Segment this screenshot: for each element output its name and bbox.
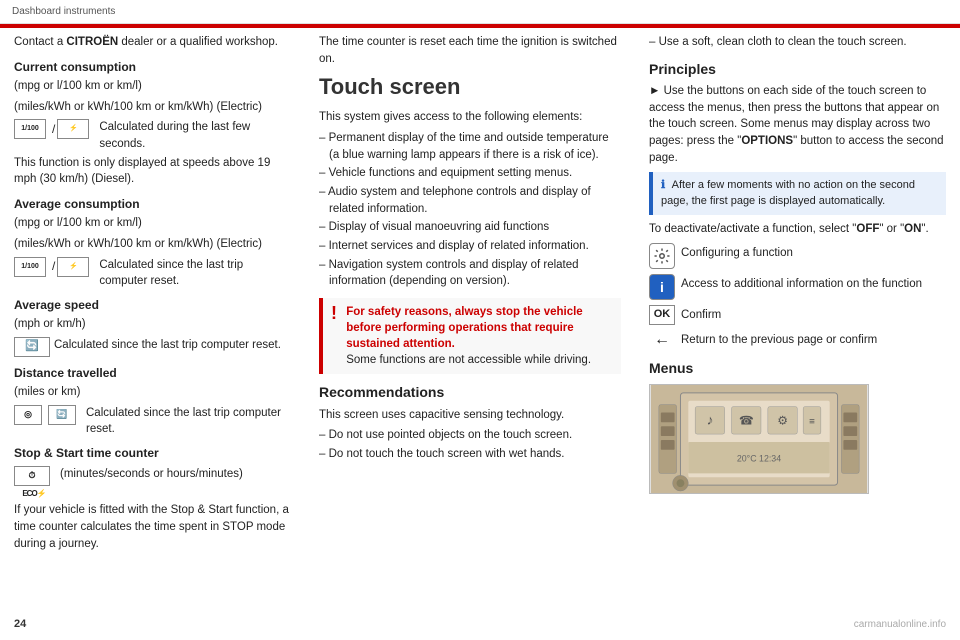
svg-text:⚙: ⚙ bbox=[777, 414, 788, 427]
section-title-avg-speed: Average speed bbox=[14, 297, 291, 314]
avg-speed-icon-text: Calculated since the last trip computer … bbox=[54, 337, 281, 353]
distance-line1: (miles or km) bbox=[14, 384, 291, 401]
rec-item-1: Do not touch the touch screen with wet h… bbox=[319, 446, 621, 463]
section-title-avg-consumption: Average consumption bbox=[14, 196, 291, 213]
avg-cons-line2: (miles/kWh or kWh/100 km or km/kWh) (Ele… bbox=[14, 236, 291, 253]
info-icon: ℹ bbox=[661, 179, 665, 191]
current-icon-1: 1/100 bbox=[14, 119, 46, 139]
touch-item-0: Permanent display of the time and outsid… bbox=[319, 130, 621, 163]
avg-speed-icon: 🔄 bbox=[14, 337, 50, 357]
principles-title: Principles bbox=[649, 59, 946, 79]
func-label-3: Return to the previous page or confirm bbox=[681, 330, 877, 348]
menus-title: Menus bbox=[649, 358, 946, 378]
stop-start-detail: If your vehicle is fitted with the Stop … bbox=[14, 502, 291, 552]
info-icon-func: i bbox=[649, 274, 675, 300]
current-cons-icon-text: Calculated during the last few seconds. bbox=[99, 119, 291, 151]
func-row-1: i Access to additional information on th… bbox=[649, 274, 946, 300]
stop-start-text: (minutes/seconds or hours/minutes) bbox=[60, 466, 243, 482]
principles-text: ► Use the buttons on each side of the to… bbox=[649, 83, 946, 166]
stop-start-icons: ⏱ ECO⚡ (minutes/seconds or hours/minutes… bbox=[14, 466, 291, 500]
touch-item-1: Vehicle functions and equipment setting … bbox=[319, 165, 621, 182]
distance-icon-2: 🔄 bbox=[48, 405, 76, 425]
func-label-0: Configuring a function bbox=[681, 243, 793, 261]
left-column: Contact a CITROËN dealer or a qualified … bbox=[0, 34, 305, 636]
func-label-2: Confirm bbox=[681, 305, 721, 323]
right-column: – Use a soft, clean cloth to clean the t… bbox=[635, 34, 960, 636]
func-row-3: ← Return to the previous page or confirm bbox=[649, 330, 946, 350]
back-icon: ← bbox=[649, 330, 675, 350]
options-keyword: OPTIONS bbox=[741, 135, 793, 147]
func-row-2: OK Confirm bbox=[649, 305, 946, 325]
mid-column: The time counter is reset each time the … bbox=[305, 34, 635, 636]
distance-icon-1: ◎ bbox=[14, 405, 42, 425]
current-icon-2: ⚡ bbox=[57, 119, 89, 139]
current-cons-line2: (miles/kWh or kWh/100 km or km/kWh) (Ele… bbox=[14, 99, 291, 116]
stop-start-icon: ⏱ bbox=[14, 466, 50, 486]
ignition-reset-text: The time counter is reset each time the … bbox=[319, 34, 621, 67]
info-box-text: After a few moments with no action on th… bbox=[661, 179, 915, 206]
touch-item-4: Internet services and display of related… bbox=[319, 238, 621, 255]
ok-icon: OK bbox=[649, 305, 675, 325]
dash-prefix: – bbox=[649, 36, 659, 48]
warning-content: For safety reasons, always stop the vehi… bbox=[346, 304, 604, 368]
avg-cons-line1: (mpg or l/100 km or km/l) bbox=[14, 215, 291, 232]
svg-text:☎: ☎ bbox=[739, 414, 754, 427]
section-title-stop-start: Stop & Start time counter bbox=[14, 445, 291, 462]
watermark-text: carmanualonline.info bbox=[854, 619, 946, 630]
warning-body: Some functions are not accessible while … bbox=[346, 354, 591, 366]
deactivate-text: To deactivate/activate a function, selec… bbox=[649, 221, 946, 238]
on-keyword: ON bbox=[904, 223, 921, 235]
current-cons-line4: This function is only displayed at speed… bbox=[14, 155, 291, 188]
menus-image: ♪ ☎ ⚙ ≡ 20°C 12:34 bbox=[649, 384, 869, 494]
distance-icons: ◎ 🔄 Calculated since the last trip compu… bbox=[14, 405, 291, 437]
avg-icon-2: ⚡ bbox=[57, 257, 89, 277]
off-keyword: OFF bbox=[856, 223, 879, 235]
distance-icon-text: Calculated since the last trip computer … bbox=[86, 405, 291, 437]
avg-icon-1: 1/100 bbox=[14, 257, 46, 277]
avg-speed-line1: (mph or km/h) bbox=[14, 316, 291, 333]
svg-text:♪: ♪ bbox=[706, 412, 713, 427]
func-label-1: Access to additional information on the … bbox=[681, 274, 922, 292]
touch-item-3: Display of visual manoeuvring aid functi… bbox=[319, 219, 621, 236]
section-title-current-consumption: Current consumption bbox=[14, 59, 291, 76]
avg-cons-icons: 1/100 / ⚡ Calculated since the last trip… bbox=[14, 257, 291, 289]
current-cons-line1: (mpg or l/100 km or km/l) bbox=[14, 78, 291, 95]
page-number: 24 bbox=[14, 618, 26, 630]
touch-item-2: Audio system and telephone controls and … bbox=[319, 184, 621, 217]
gear-icon bbox=[649, 243, 675, 269]
header-bar: Dashboard instruments bbox=[0, 0, 960, 24]
warning-icon: ! bbox=[331, 304, 337, 322]
func-row-0: Configuring a function bbox=[649, 243, 946, 269]
menus-svg: ♪ ☎ ⚙ ≡ 20°C 12:34 bbox=[650, 385, 868, 493]
section-title-distance: Distance travelled bbox=[14, 365, 291, 382]
avg-speed-icons: 🔄 Calculated since the last trip compute… bbox=[14, 337, 291, 357]
svg-text:20°C 12:34: 20°C 12:34 bbox=[737, 454, 781, 464]
recommendations-intro: This screen uses capacitive sensing tech… bbox=[319, 407, 621, 424]
info-box: ℹ After a few moments with no action on … bbox=[649, 172, 946, 215]
header-title: Dashboard instruments bbox=[12, 6, 948, 17]
svg-text:≡: ≡ bbox=[809, 416, 815, 427]
rec-item-0: Do not use pointed objects on the touch … bbox=[319, 427, 621, 444]
touch-item-5: Navigation system controls and display o… bbox=[319, 257, 621, 290]
recommendations-title: Recommendations bbox=[319, 382, 621, 402]
current-cons-icons: 1/100 / ⚡ Calculated during the last few… bbox=[14, 119, 291, 151]
main-content: Contact a CITROËN dealer or a qualified … bbox=[0, 24, 960, 636]
avg-cons-icon-text: Calculated since the last trip computer … bbox=[99, 257, 291, 289]
intro-text: Contact a CITROËN dealer or a qualified … bbox=[14, 34, 291, 51]
warning-title: For safety reasons, always stop the vehi… bbox=[346, 306, 583, 350]
touch-screen-title: Touch screen bbox=[319, 71, 621, 103]
clean-cloth-text: – Use a soft, clean cloth to clean the t… bbox=[649, 34, 946, 51]
touch-screen-intro: This system gives access to the followin… bbox=[319, 109, 621, 126]
warning-box: ! For safety reasons, always stop the ve… bbox=[319, 298, 621, 374]
